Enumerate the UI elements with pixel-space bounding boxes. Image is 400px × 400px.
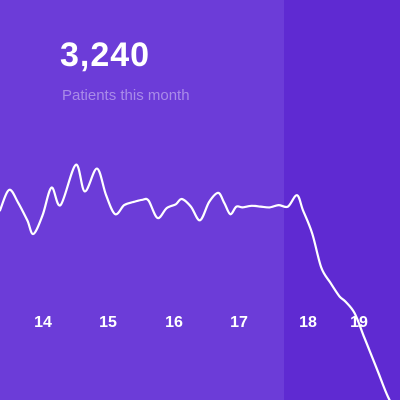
trend-chart: 14 15 16 17 18 19 [0, 163, 391, 400]
x-tick-label: 18 [299, 314, 317, 331]
x-tick-label: 14 [34, 314, 52, 331]
x-tick-label: 19 [350, 314, 368, 331]
x-tick-label: 16 [165, 314, 183, 331]
patients-stat-card: 3,240 Patients this month 14 15 16 17 18 19 [0, 0, 400, 400]
trend-line [0, 163, 391, 400]
x-axis-ticks: 14 15 16 17 18 19 [34, 314, 368, 331]
x-tick-label: 15 [99, 314, 117, 331]
x-tick-label: 17 [230, 314, 248, 331]
